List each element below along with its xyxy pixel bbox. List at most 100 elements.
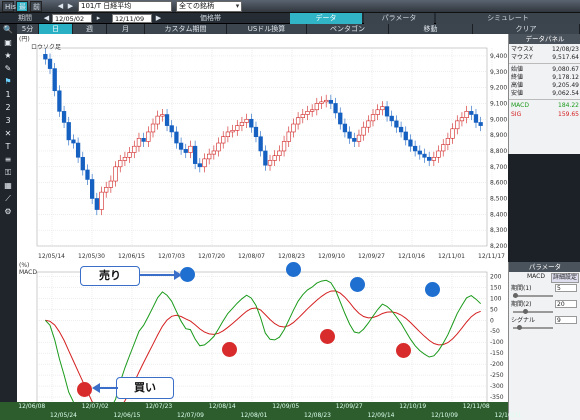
candle xyxy=(459,117,465,122)
arrow-left-icon[interactable]: ◀ xyxy=(56,1,65,12)
line-icon[interactable]: ⟋ xyxy=(1,193,15,205)
candle xyxy=(122,156,128,161)
candle xyxy=(445,137,451,145)
chart-svg: 9,400 9,300 9,200 9,100 9,000 8,900 8,800 8,700… xyxy=(19,36,507,420)
hist-button[interactable]: Hist xyxy=(2,1,19,12)
date-scroll-strip[interactable]: 12/06/08 12/07/02 12/07/23 12/08/14 12/09/05… xyxy=(0,402,521,420)
candle xyxy=(169,125,174,133)
slider-knob[interactable] xyxy=(523,309,528,314)
slider-knob[interactable] xyxy=(517,325,522,330)
tab-week[interactable]: 週 xyxy=(73,24,107,34)
tool1-icon[interactable]: 1 xyxy=(1,89,15,101)
tab-param[interactable]: パラメータ xyxy=(364,13,434,24)
date-from-field[interactable]: 12/05/02 xyxy=(52,14,92,23)
date-tick-label: 12/06/15 xyxy=(118,253,145,260)
param-input[interactable]: 9 xyxy=(555,316,577,324)
date-tick-label: 12/11/17 xyxy=(478,253,505,260)
candle xyxy=(188,145,193,153)
tool2-icon[interactable]: 2 xyxy=(1,102,15,114)
price-tick-label: 9,200 xyxy=(490,85,507,92)
tab-sim[interactable]: シミュレート xyxy=(436,13,580,24)
tab-day[interactable]: 日 xyxy=(39,24,73,34)
candle xyxy=(450,128,455,139)
list-icon[interactable]: ≡ xyxy=(1,154,15,166)
candle xyxy=(52,68,57,92)
date-tick-label: 12/08/23 xyxy=(278,253,305,260)
detail-settings-button[interactable]: 詳細設定 xyxy=(550,273,579,283)
data-panel: データパネル マウスX 12/08/23 マウスY 9,517.64 始値 9,080… xyxy=(508,34,580,154)
param-label: 期間(2) xyxy=(511,301,532,308)
candle xyxy=(352,137,357,142)
price-tick-label: 8,600 xyxy=(490,180,507,187)
candle xyxy=(408,139,413,147)
prev-button[interactable]: 前 xyxy=(30,1,42,12)
tab-clear[interactable]: クリア xyxy=(473,24,580,34)
chart-area[interactable]: 9,400 9,300 9,200 9,100 9,000 8,900 8,800 8,700… xyxy=(17,34,508,420)
date-tick-label: 12/11/01 xyxy=(438,253,465,260)
tab-move[interactable]: 移動 xyxy=(389,24,473,34)
param-label: 期間(1) xyxy=(511,285,532,292)
text-icon[interactable]: T xyxy=(1,141,15,153)
strip-date-label: 12/10/09 xyxy=(431,412,458,419)
macd-unit-label: (%) xyxy=(19,262,29,269)
candle xyxy=(291,123,296,133)
date-next-icon[interactable]: ▶ xyxy=(154,13,163,24)
candle xyxy=(221,136,226,144)
tab-usd[interactable]: USドル換算 xyxy=(227,24,307,34)
flag-icon[interactable]: ⚑ xyxy=(1,76,15,88)
price-tick-label: 8,700 xyxy=(490,164,507,171)
price-tick-label: 8,800 xyxy=(490,148,507,155)
sell-signal-dot xyxy=(350,277,365,292)
draw-icon[interactable]: ✎ xyxy=(1,63,15,75)
candle xyxy=(253,126,259,138)
date-range-icon[interactable]: ▸ xyxy=(94,13,103,24)
price-unit-label: (円) xyxy=(19,36,30,43)
candle xyxy=(75,142,81,158)
candle xyxy=(127,152,132,158)
candle xyxy=(239,122,245,126)
arrow-right-icon[interactable]: ▶ xyxy=(66,1,75,12)
candle xyxy=(328,99,334,104)
camera-icon[interactable]: ▣ xyxy=(1,37,15,49)
tab-month[interactable]: 月 xyxy=(107,24,145,34)
tab-data[interactable]: データ xyxy=(290,13,362,24)
sell-arrow-icon xyxy=(140,270,182,280)
divider xyxy=(509,99,580,100)
price-tick-label: 8,300 xyxy=(490,227,507,234)
date-prev-icon[interactable]: ◀ xyxy=(42,13,51,24)
sig-value-row: SIG 159.65 xyxy=(511,111,579,118)
zoom-icon[interactable]: 🔍 xyxy=(1,24,15,36)
strip-date-label: 12/08/01 xyxy=(240,412,268,419)
candle xyxy=(263,150,268,166)
latest-button[interactable]: 最新 xyxy=(16,1,28,22)
candle xyxy=(211,150,216,155)
info-row: マウスY 9,517.64 xyxy=(511,54,579,61)
macd-tick-label: 100 xyxy=(490,295,502,302)
symbol-field[interactable]: 101/T 日経平均 xyxy=(78,1,172,12)
param-slider[interactable] xyxy=(513,311,553,313)
star-icon[interactable]: ★ xyxy=(1,50,15,62)
erase-icon[interactable]: ✕ xyxy=(1,128,15,140)
strip-date-label: 12/07/23 xyxy=(145,403,173,410)
info-row: マウスX 12/08/23 xyxy=(511,46,579,53)
candle xyxy=(118,160,123,168)
date-to-field[interactable]: 12/11/09 xyxy=(112,14,152,23)
chevron-down-icon[interactable]: ▾ xyxy=(233,1,242,12)
date-tick-label: 12/10/16 xyxy=(398,253,425,260)
candle xyxy=(141,137,146,142)
gear-icon[interactable]: ⚙ xyxy=(1,206,15,218)
price-tick-label: 9,400 xyxy=(490,53,507,60)
tool3-icon[interactable]: 3 xyxy=(1,115,15,127)
lock-icon[interactable]: ⚿ xyxy=(1,167,15,179)
tab-5min[interactable]: 5分 xyxy=(17,24,39,34)
right-spacer xyxy=(508,154,580,262)
param-input[interactable]: 20 xyxy=(555,300,577,308)
param-slider[interactable] xyxy=(513,295,553,297)
tab-pentagon[interactable]: ペンタゴン xyxy=(307,24,389,34)
candle xyxy=(384,106,390,117)
param-input[interactable]: 5 xyxy=(555,284,577,292)
param-sub: MACD 詳細設定 xyxy=(511,273,579,283)
tab-custom[interactable]: カスタム期間 xyxy=(145,24,227,34)
grid-icon[interactable]: ▦ xyxy=(1,180,15,192)
slider-knob[interactable] xyxy=(513,293,518,298)
